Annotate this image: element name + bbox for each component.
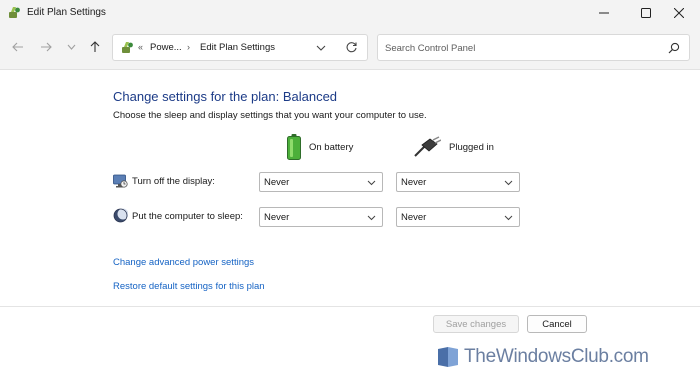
arrow-up-icon	[90, 41, 100, 52]
display-on-battery-value: Never	[264, 177, 290, 188]
navigation-bar: « Powe... › Edit Plan Settings	[0, 26, 700, 70]
sleep-label: Put the computer to sleep:	[132, 211, 243, 222]
maximize-icon	[641, 8, 651, 18]
window-title: Edit Plan Settings	[27, 7, 106, 18]
breadcrumb-power-options[interactable]: Powe...	[150, 42, 182, 53]
display-on-battery-select[interactable]: Never	[259, 172, 383, 192]
search-icon[interactable]	[668, 42, 680, 54]
sleep-on-battery-value: Never	[264, 212, 290, 223]
title-bar: Edit Plan Settings	[0, 0, 700, 26]
power-options-icon	[9, 7, 20, 18]
close-icon	[674, 8, 684, 18]
chevron-down-icon	[504, 215, 513, 221]
moon-icon	[113, 208, 128, 223]
column-label-plugged-in: Plugged in	[449, 141, 494, 153]
arrow-left-icon	[12, 42, 23, 52]
search-input[interactable]	[385, 40, 655, 56]
breadcrumb-overflow-icon[interactable]: «	[138, 42, 143, 52]
save-changes-button[interactable]: Save changes	[433, 315, 519, 333]
column-label-on-battery: On battery	[309, 141, 354, 153]
breadcrumb-edit-plan-settings[interactable]: Edit Plan Settings	[200, 42, 275, 53]
battery-icon	[287, 134, 301, 160]
forward-button[interactable]	[38, 39, 54, 55]
refresh-icon[interactable]	[345, 41, 358, 54]
thewindowsclub-logo-icon	[438, 347, 458, 367]
minimize-icon	[599, 12, 609, 14]
footer-divider	[0, 306, 700, 307]
arrow-right-icon	[41, 42, 52, 52]
sleep-plugged-in-select[interactable]: Never	[396, 207, 520, 227]
address-bar[interactable]: « Powe... › Edit Plan Settings	[112, 34, 368, 61]
column-header-on-battery: On battery	[287, 133, 353, 161]
advanced-power-settings-link[interactable]: Change advanced power settings	[113, 257, 254, 268]
watermark-text: TheWindowsClub.com	[464, 346, 649, 367]
sleep-on-battery-select[interactable]: Never	[259, 207, 383, 227]
back-button[interactable]	[10, 39, 26, 55]
search-box[interactable]	[377, 34, 690, 61]
chevron-down-icon	[67, 44, 75, 50]
breadcrumb-separator-icon[interactable]: ›	[187, 42, 190, 52]
close-button[interactable]	[658, 0, 700, 26]
up-button[interactable]	[87, 39, 103, 55]
chevron-down-icon	[367, 215, 376, 221]
monitor-icon	[113, 174, 128, 188]
chevron-down-icon[interactable]	[316, 44, 326, 52]
watermark: TheWindowsClub.com	[436, 345, 649, 369]
chevron-down-icon	[367, 180, 376, 186]
cancel-button[interactable]: Cancel	[527, 315, 587, 333]
chevron-down-icon	[504, 180, 513, 186]
display-off-label: Turn off the display:	[132, 176, 215, 187]
display-plugged-in-select[interactable]: Never	[396, 172, 520, 192]
column-header-plugged-in: Plugged in	[413, 133, 494, 161]
sleep-plugged-in-value: Never	[401, 212, 427, 223]
restore-defaults-link[interactable]: Restore default settings for this plan	[113, 281, 265, 292]
display-plugged-in-value: Never	[401, 177, 427, 188]
page-title: Change settings for the plan: Balanced	[113, 89, 338, 104]
power-plug-icon	[414, 136, 441, 157]
recent-locations-button[interactable]	[63, 39, 79, 55]
power-options-icon	[122, 42, 133, 53]
page-description: Choose the sleep and display settings th…	[113, 110, 427, 121]
minimize-button[interactable]	[583, 0, 625, 26]
